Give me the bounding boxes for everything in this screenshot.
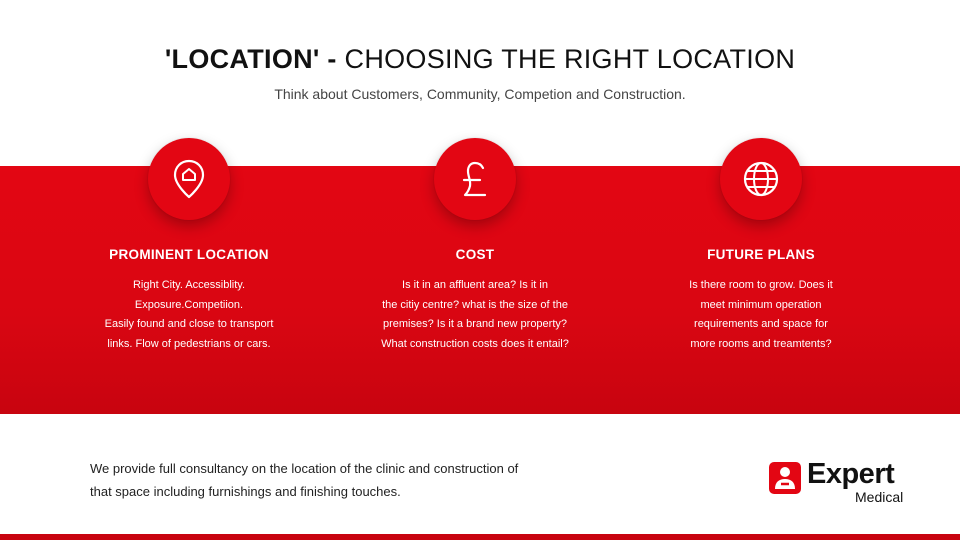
page-title-bold: 'LOCATION' - — [164, 44, 337, 74]
column-text-line: Easily found and close to transport — [104, 318, 274, 330]
column-cost: COST Is it in an affluent area? Is it in… — [355, 138, 595, 354]
expert-medical-logo-icon — [769, 462, 801, 494]
column-title: PROMINENT LOCATION — [109, 247, 269, 262]
location-pin-home-icon — [173, 159, 205, 199]
future-circle — [720, 138, 802, 220]
column-prominent-location: PROMINENT LOCATION Right City. Accessibl… — [69, 138, 309, 354]
expert-medical-logo: Expert Medical — [767, 458, 917, 508]
column-text-line: links. Flow of pedestrians or cars. — [107, 337, 271, 350]
column-text-line: more rooms and treamtents? — [690, 337, 832, 350]
page-title-rest: CHOOSING THE RIGHT LOCATION — [336, 44, 796, 74]
column-text-line: requirements and space for — [694, 318, 828, 330]
column-text-line: Right City. Accessiblity. — [132, 279, 246, 291]
page-title: 'LOCATION' - CHOOSING THE RIGHT LOCATION — [0, 44, 960, 75]
page-subtitle: Think about Customers, Community, Compet… — [274, 86, 686, 102]
column-text-line: Is it in an affluent area? Is it in — [402, 279, 548, 291]
column-title: FUTURE PLANS — [707, 247, 815, 262]
footer-line: We provide full consultancy on the locat… — [90, 461, 519, 476]
column-text-line: Exposure.Competiion. — [134, 298, 244, 311]
logo-word-medical: Medical — [855, 489, 904, 505]
column-title: COST — [455, 247, 495, 262]
bottom-bar — [0, 534, 960, 540]
footer-line: that space including furnishings and fin… — [90, 484, 401, 499]
column-text-line: meet minimum operation — [700, 298, 822, 311]
column-text: Right City. Accessiblity. Exposure.Compe… — [69, 276, 309, 354]
globe-icon — [743, 161, 779, 197]
column-text: Is it in an affluent area? Is it in the … — [355, 276, 595, 354]
footer-description: We provide full consultancy on the locat… — [90, 457, 630, 503]
column-future-plans: FUTURE PLANS Is there room to grow. Does… — [641, 138, 881, 354]
column-text-line: premises? Is it a brand new property? — [382, 318, 568, 330]
cost-circle — [434, 138, 516, 220]
column-text-line: the citiy centre? what is the size of th… — [382, 298, 568, 311]
column-text-line: Is there room to grow. Does it — [689, 279, 833, 291]
column-text-line: What construction costs does it entail? — [381, 337, 569, 350]
logo-word-expert: Expert — [807, 458, 895, 490]
location-circle — [148, 138, 230, 220]
column-text: Is there room to grow. Does it meet mini… — [641, 276, 881, 354]
pound-sterling-icon — [462, 161, 487, 197]
